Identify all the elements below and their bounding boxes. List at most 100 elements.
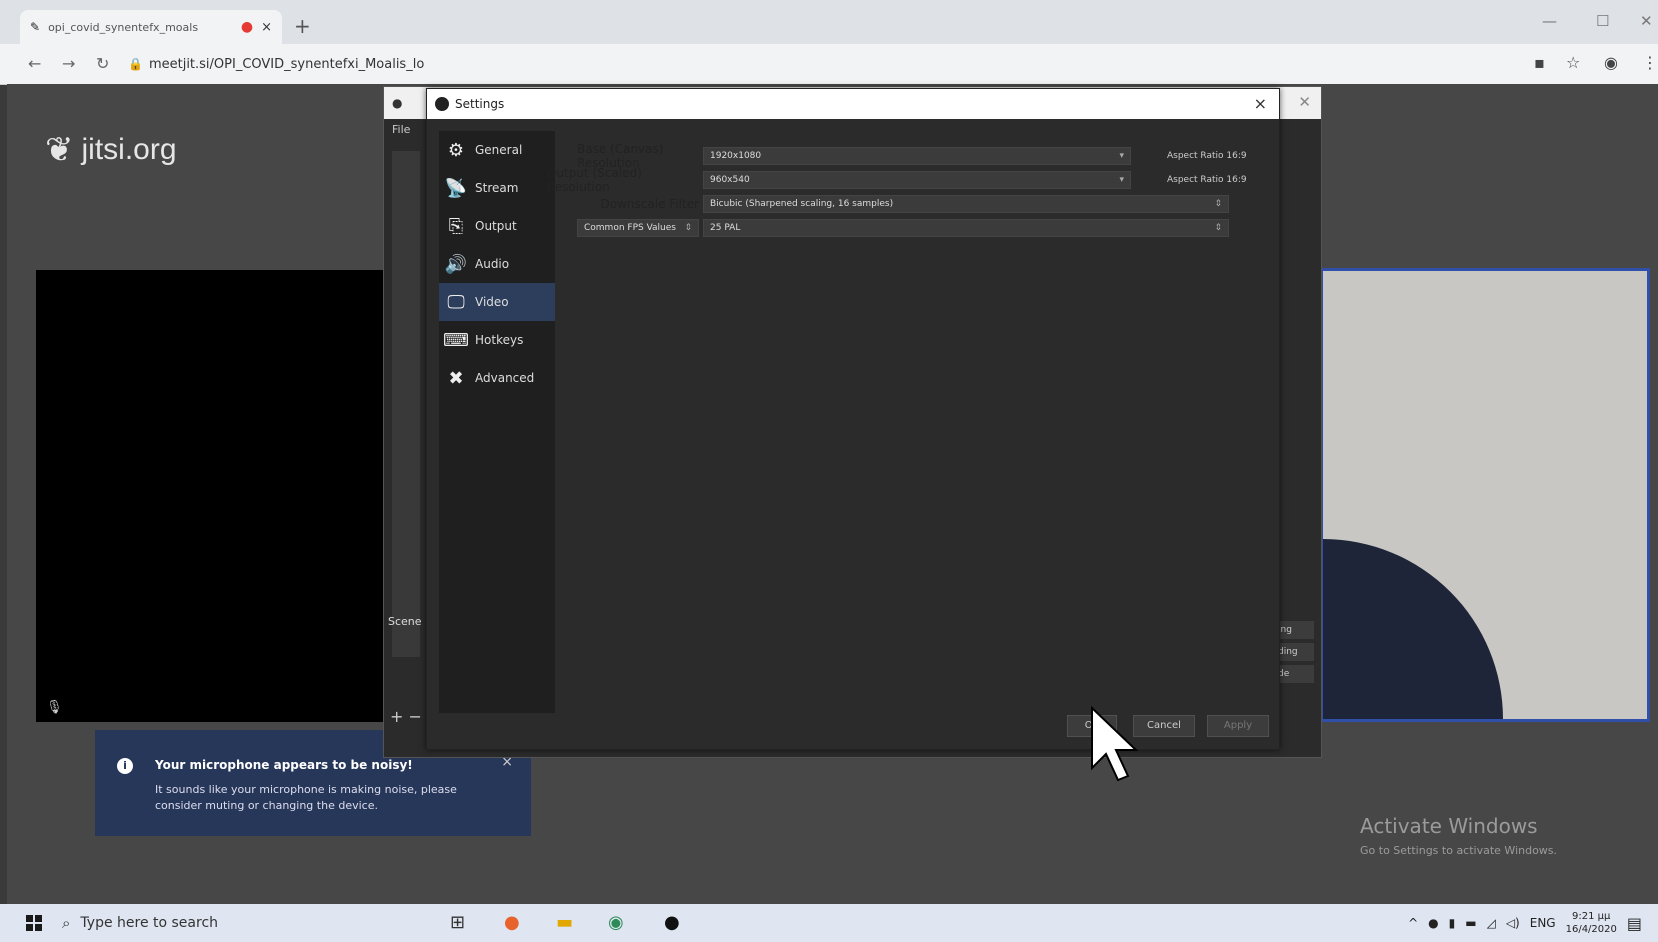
tools-icon: ✖ [448,367,464,389]
sidebar-item-stream[interactable]: 📡 Stream [439,169,555,207]
sidebar-item-hotkeys[interactable]: ⌨ Hotkeys [439,321,555,359]
sidebar-item-output[interactable]: ⎘ Output [439,207,555,245]
windows-start-icon[interactable] [26,915,42,931]
bookmark-star-icon[interactable]: ☆ [1566,53,1580,72]
spinner-arrows-icon: ⇕ [1214,199,1222,209]
network-icon[interactable]: ◿ [1487,916,1496,930]
output-resolution-value: 960x540 [710,175,750,185]
obs-add-remove-buttons[interactable]: + − [390,707,422,726]
profile-icon[interactable]: ◉ [1604,53,1618,72]
chevron-up-icon[interactable]: ^ [1408,916,1418,930]
search-icon: ⌕ [62,914,71,932]
remote-video-tile[interactable] [36,270,392,722]
fps-type-select[interactable]: Common FPS Values ⇕ [577,219,699,237]
sidebar-item-audio[interactable]: 🔊 Audio [439,245,555,283]
sidebar-item-general[interactable]: ⚙ General [439,131,555,169]
mouse-cursor-icon [1091,706,1139,782]
back-arrow-icon[interactable]: ← [28,54,41,73]
camera-tray-icon[interactable]: ▬ [1465,916,1476,930]
output-resolution-label: Output (Scaled) Resolution [547,166,642,194]
local-video-tile[interactable] [1320,268,1650,722]
sidebar-item-label: Output [475,219,517,233]
mic-muted-icon: 🎙 [46,700,63,715]
antenna-icon: 📡 [444,177,468,199]
fps-value: 25 PAL [710,223,741,233]
obs-logo-icon: ● [392,96,403,110]
downscale-filter-value: Bicubic (Sharpened scaling, 16 samples) [710,199,894,209]
firefox-icon[interactable]: ● [504,912,520,933]
jitsi-leaf-icon: ❦ [45,130,74,170]
base-resolution-select[interactable]: 1920x1080 ▾ [703,147,1131,165]
camera-person-shape [1323,539,1503,719]
file-explorer-icon[interactable]: ▬ [556,912,573,933]
obs-file-menu[interactable]: File [392,123,410,136]
tab-close-button[interactable]: × [261,20,272,35]
address-bar: ← → ↻ 🔒 meetjit.si/OPI_COVID_synentefxi_… [0,44,1658,85]
downscale-filter-select[interactable]: Bicubic (Sharpened scaling, 16 samples) … [703,195,1229,213]
obs-control-button-1[interactable]: ing [1278,621,1314,639]
jitsi-favicon-icon: ✎ [30,20,41,34]
reload-icon[interactable]: ↻ [96,54,109,73]
sidebar-item-advanced[interactable]: ✖ Advanced [439,359,555,397]
obs-taskbar-icon[interactable]: ● [664,912,680,933]
monitor-icon: 🖵 [447,291,465,313]
sidebar-item-video[interactable]: 🖵 Video [439,283,555,321]
downscale-filter-label: Downscale Filter [600,197,699,211]
keyboard-icon: ⌨ [443,329,469,351]
lock-icon: 🔒 [128,57,143,71]
language-indicator[interactable]: ENG [1530,916,1556,930]
output-resolution-select[interactable]: 960x540 ▾ [703,171,1131,189]
url-field[interactable]: 🔒 meetjit.si/OPI_COVID_synentefxi_Moalis… [128,50,1488,78]
obs-scene-label: Scene [388,615,422,628]
chevron-down-icon: ▾ [1119,151,1124,161]
spinner-arrows-icon: ⇕ [1214,223,1222,233]
fps-type-value: Common FPS Values [584,223,676,233]
new-tab-button[interactable]: + [294,14,311,38]
minimize-button[interactable]: — [1542,12,1557,30]
taskbar-clock[interactable]: 9:21 μμ 16/4/2020 [1566,910,1617,936]
base-resolution-value: 1920x1080 [710,151,762,161]
base-resolution-label: Base (Canvas) Resolution [577,142,664,170]
notifications-icon[interactable]: ▤ [1627,914,1642,933]
info-icon: i [117,758,133,774]
activate-title: Activate Windows [1360,814,1538,838]
sidebar-item-label: Hotkeys [475,333,524,347]
maximize-button[interactable]: ☐ [1596,12,1609,30]
obs-control-button-2[interactable]: ding [1278,643,1314,661]
system-tray: ^ ● ▮ ▬ ◿ ◁) ENG 9:21 μμ 16/4/2020 ▤ [1408,910,1642,936]
settings-title: Settings [455,97,505,111]
forward-arrow-icon[interactable]: → [62,54,75,73]
task-view-icon[interactable]: ⊞ [450,912,465,933]
obs-control-button-3[interactable]: de [1278,665,1314,683]
fps-value-select[interactable]: 25 PAL ⇕ [703,219,1229,237]
settings-title-bar: Settings × [427,89,1279,119]
sidebar-item-label: General [475,143,523,157]
recording-dot-icon: ● [240,19,254,35]
apply-button[interactable]: Apply [1207,715,1269,737]
browser-tab[interactable]: ✎ opi_covid_synentefx_moals ● × [20,10,282,44]
notification-body: It sounds like your microphone is making… [155,783,457,812]
tab-title: opi_covid_synentefx_moals [48,20,199,34]
taskbar-search-box[interactable]: ⌕ Type here to search [62,908,442,938]
jitsi-logo[interactable]: ❦ jitsi.org [45,130,177,170]
camera-indicator-icon[interactable]: ▪ [1534,53,1545,72]
close-window-button[interactable]: ✕ [1640,12,1653,30]
sidebar-item-label: Audio [475,257,510,271]
logo-text: jitsi.org [81,133,177,166]
obs-tray-icon[interactable]: ● [1428,916,1438,930]
settings-close-button[interactable]: × [1254,94,1267,113]
volume-icon[interactable]: ◁) [1506,916,1520,930]
menu-dots-icon[interactable]: ⋮ [1642,53,1658,72]
speaker-icon: 🔊 [444,253,468,275]
obs-logo-icon [435,97,449,111]
base-aspect-ratio: Aspect Ratio 16:9 [1167,151,1247,161]
obs-preview-panel [392,151,420,657]
sidebar-item-label: Video [475,295,509,309]
sidebar-item-label: Stream [475,181,519,195]
gear-icon: ⚙ [447,139,465,161]
microphone-icon[interactable]: ▮ [1449,916,1456,930]
chrome-icon[interactable]: ◉ [608,912,624,933]
clock-date: 16/4/2020 [1565,924,1617,935]
browser-tab-bar: ✎ opi_covid_synentefx_moals ● × + — ☐ ✕ [0,0,1658,44]
obs-close-button[interactable]: ✕ [1298,93,1311,111]
